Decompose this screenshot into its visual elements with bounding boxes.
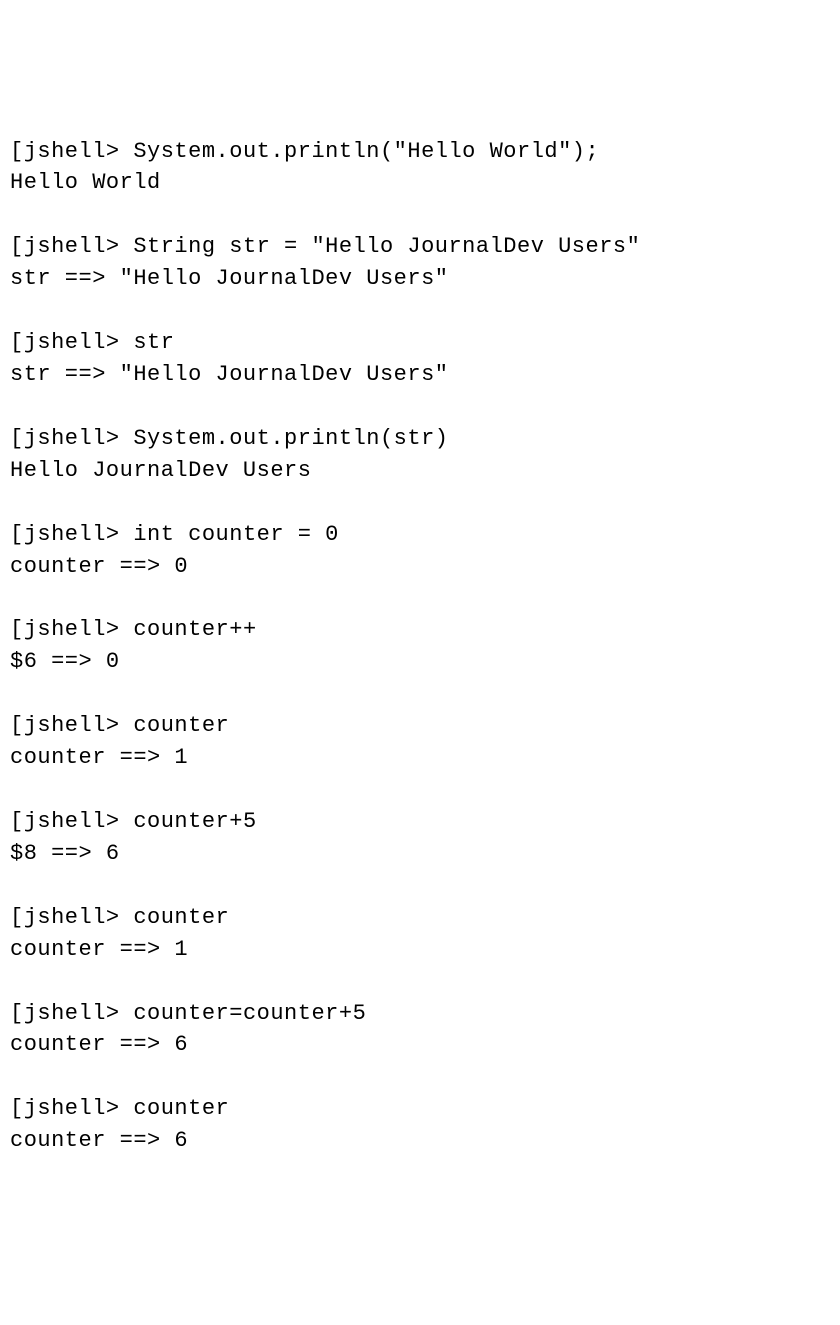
command-input: counter — [133, 905, 229, 930]
prompt-bracket: [ — [10, 617, 24, 642]
terminal-block: [jshell> strstr ==> "Hello JournalDev Us… — [10, 327, 830, 391]
prompt-label: jshell> — [24, 617, 134, 642]
command-input: counter++ — [133, 617, 256, 642]
command-output: counter ==> 0 — [10, 551, 830, 583]
command-output: str ==> "Hello JournalDev Users" — [10, 263, 830, 295]
prompt-label: jshell> — [24, 330, 134, 355]
prompt-label: jshell> — [24, 1001, 134, 1026]
prompt-label: jshell> — [24, 522, 134, 547]
prompt-label: jshell> — [24, 1096, 134, 1121]
command-input: counter+5 — [133, 809, 256, 834]
command-output: $6 ==> 0 — [10, 646, 830, 678]
prompt-line: [jshell> counter++ — [10, 614, 830, 646]
prompt-bracket: [ — [10, 234, 24, 259]
prompt-line: [jshell> counter — [10, 710, 830, 742]
terminal-block: [jshell> counter+5$8 ==> 6 — [10, 806, 830, 870]
command-input: System.out.println(str) — [133, 426, 448, 451]
terminal-block: [jshell> counter=counter+5counter ==> 6 — [10, 998, 830, 1062]
terminal-block: [jshell> countercounter ==> 6 — [10, 1093, 830, 1157]
prompt-bracket: [ — [10, 1096, 24, 1121]
terminal-block: [jshell> int counter = 0counter ==> 0 — [10, 519, 830, 583]
prompt-line: [jshell> counter — [10, 902, 830, 934]
command-output: counter ==> 6 — [10, 1029, 830, 1061]
prompt-bracket: [ — [10, 330, 24, 355]
terminal-block: [jshell> countercounter ==> 1 — [10, 710, 830, 774]
prompt-line: [jshell> counter — [10, 1093, 830, 1125]
prompt-line: [jshell> System.out.println(str) — [10, 423, 830, 455]
prompt-label: jshell> — [24, 905, 134, 930]
command-input: counter=counter+5 — [133, 1001, 366, 1026]
prompt-bracket: [ — [10, 905, 24, 930]
terminal-block: [jshell> System.out.println("Hello World… — [10, 136, 830, 200]
command-input: System.out.println("Hello World"); — [133, 139, 599, 164]
prompt-bracket: [ — [10, 426, 24, 451]
prompt-line: [jshell> String str = "Hello JournalDev … — [10, 231, 830, 263]
command-input: counter — [133, 1096, 229, 1121]
command-output: counter ==> 1 — [10, 934, 830, 966]
prompt-bracket: [ — [10, 809, 24, 834]
prompt-label: jshell> — [24, 139, 134, 164]
prompt-line: [jshell> str — [10, 327, 830, 359]
terminal-block: [jshell> counter++$6 ==> 0 — [10, 614, 830, 678]
command-output: counter ==> 1 — [10, 742, 830, 774]
prompt-bracket: [ — [10, 139, 24, 164]
prompt-line: [jshell> int counter = 0 — [10, 519, 830, 551]
prompt-bracket: [ — [10, 522, 24, 547]
prompt-label: jshell> — [24, 234, 134, 259]
terminal-block: [jshell> String str = "Hello JournalDev … — [10, 231, 830, 295]
prompt-line: [jshell> System.out.println("Hello World… — [10, 136, 830, 168]
prompt-label: jshell> — [24, 426, 134, 451]
prompt-line: [jshell> counter=counter+5 — [10, 998, 830, 1030]
prompt-label: jshell> — [24, 713, 134, 738]
command-input: counter — [133, 713, 229, 738]
prompt-line: [jshell> counter+5 — [10, 806, 830, 838]
command-input: String str = "Hello JournalDev Users" — [133, 234, 640, 259]
command-output: Hello JournalDev Users — [10, 455, 830, 487]
terminal-block: [jshell> countercounter ==> 1 — [10, 902, 830, 966]
command-output: Hello World — [10, 167, 830, 199]
command-input: int counter = 0 — [133, 522, 339, 547]
prompt-bracket: [ — [10, 713, 24, 738]
command-output: $8 ==> 6 — [10, 838, 830, 870]
command-output: str ==> "Hello JournalDev Users" — [10, 359, 830, 391]
terminal-block: [jshell> System.out.println(str)Hello Jo… — [10, 423, 830, 487]
terminal-output[interactable]: [jshell> System.out.println("Hello World… — [10, 136, 830, 1158]
command-output: counter ==> 6 — [10, 1125, 830, 1157]
prompt-label: jshell> — [24, 809, 134, 834]
command-input: str — [133, 330, 174, 355]
prompt-bracket: [ — [10, 1001, 24, 1026]
